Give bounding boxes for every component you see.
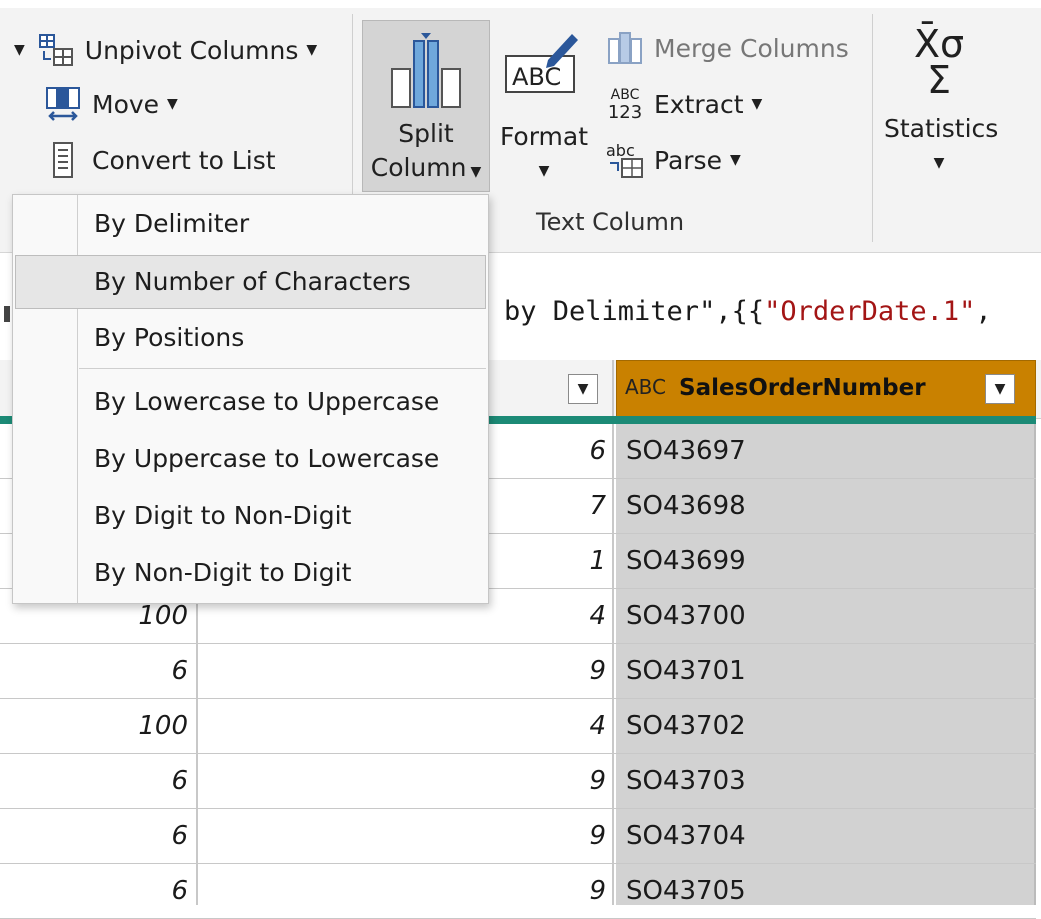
menu-item-1[interactable]: By Number of Characters (15, 255, 486, 309)
unpivot-label: Unpivot Columns (84, 35, 299, 65)
chevron-down-icon: ▼ (306, 42, 318, 58)
statistics-label: Statistics (884, 114, 999, 143)
table-cell[interactable]: 6 (0, 876, 188, 906)
merge-columns-button[interactable]: Merge Columns (606, 28, 849, 68)
table-cell[interactable]: 9 (200, 766, 606, 796)
column-divider (1034, 424, 1036, 905)
chevron-down-icon: ▼ (751, 96, 763, 112)
table-cell[interactable]: 100 (0, 711, 188, 741)
table-cell[interactable]: 6 (0, 821, 188, 851)
statistics-icon-top: X̄σ (913, 22, 965, 66)
text-column-group-label: Text Column (536, 208, 685, 236)
row-separator (0, 753, 1036, 754)
formula-prefix: by Delimiter",{{ (504, 296, 765, 327)
statistics-icon-bottom: Σ (926, 58, 951, 102)
list-icon (44, 141, 82, 179)
parse-icon-text: abc (606, 141, 635, 160)
row-separator (0, 643, 1036, 644)
split-column-label-2-text: Column (370, 153, 467, 182)
convert-to-list-button[interactable]: Convert to List (44, 140, 276, 180)
menu-item-4[interactable]: By Uppercase to Lowercase (15, 432, 486, 486)
ribbon-top-edge (0, 0, 1041, 8)
parse-label: Parse (654, 145, 722, 175)
chevron-down-icon: ▼ (538, 163, 550, 179)
formula-text: by Delimiter",{{"OrderDate.1", (504, 296, 992, 327)
format-label: Format (499, 122, 589, 151)
sales-order-cell[interactable]: SO43703 (626, 766, 746, 796)
formula-cursor (4, 306, 10, 322)
split-column-icon (363, 21, 489, 117)
table-cell[interactable]: 4 (200, 711, 606, 741)
merge-columns-label: Merge Columns (654, 33, 849, 63)
chevron-down-icon: ▼ (470, 164, 482, 180)
merge-columns-icon (606, 29, 644, 67)
chevron-down-icon: ▼ (729, 152, 741, 168)
table-cell[interactable]: 6 (0, 656, 188, 686)
column-divider (612, 360, 614, 905)
salesordernumber-filter-dropdown[interactable]: ▼ (985, 374, 1015, 404)
table-cell[interactable]: 6 (0, 766, 188, 796)
split-column-label-1: Split (398, 119, 454, 148)
format-icon: ABC (494, 24, 594, 120)
table-cell[interactable]: 9 (200, 876, 606, 906)
column-name: SalesOrderNumber (679, 375, 926, 401)
menu-item-0[interactable]: By Delimiter (15, 197, 486, 251)
table-cell[interactable]: 100 (0, 601, 188, 631)
split-column-label-2: Column ▼ (363, 151, 489, 189)
sales-order-cell[interactable]: SO43698 (626, 491, 746, 521)
table-cell[interactable]: 4 (200, 601, 606, 631)
formula-suffix: , (975, 296, 992, 327)
column-filter-dropdown[interactable]: ▼ (568, 374, 598, 404)
statistics-icon: X̄σ Σ (884, 22, 994, 112)
unpivot-columns-button[interactable]: ▼ Unpivot Columns ▼ (14, 30, 317, 70)
split-column-button[interactable]: Split Column ▼ (362, 20, 490, 192)
convert-to-list-label: Convert to List (92, 145, 276, 175)
sales-order-cell[interactable]: SO43699 (626, 546, 746, 576)
menu-item-6[interactable]: By Non-Digit to Digit (15, 546, 486, 600)
chevron-down-icon: ▼ (933, 155, 945, 171)
statistics-button[interactable]: X̄σ Σ Statistics ▼ (884, 22, 999, 180)
parse-icon: abc (606, 141, 644, 179)
format-button[interactable]: ABC Format ▼ (494, 24, 594, 188)
sales-order-cell[interactable]: SO43704 (626, 821, 746, 851)
split-column-menu: By Delimiter By Number of Characters By Po… (12, 194, 489, 604)
menu-item-5[interactable]: By Digit to Non-Digit (15, 489, 486, 543)
chevron-down-icon: ▼ (577, 381, 589, 397)
sales-order-cell[interactable]: SO43702 (626, 711, 746, 741)
parse-button[interactable]: abc Parse ▼ (606, 140, 741, 180)
formula-string: "OrderDate.1" (764, 296, 976, 327)
text-type-icon[interactable]: ABC (625, 375, 666, 399)
extract-icon: ABC 123 (606, 85, 644, 123)
move-icon (44, 85, 82, 123)
chevron-down-icon: ▼ (994, 381, 1006, 397)
extract-label: Extract (654, 89, 744, 119)
table-cell[interactable]: 9 (200, 656, 606, 686)
row-separator (0, 698, 1036, 699)
row-separator (0, 863, 1036, 864)
format-icon-text: ABC (512, 63, 561, 91)
sales-order-cell[interactable]: SO43700 (626, 601, 746, 631)
menu-item-2[interactable]: By Positions (15, 311, 486, 365)
unpivot-icon (37, 31, 75, 69)
chevron-down-icon: ▼ (167, 96, 178, 112)
group-separator (872, 14, 873, 242)
sales-order-cell[interactable]: SO43697 (626, 436, 746, 466)
extract-icon-bottom: 123 (607, 102, 643, 123)
row-separator (0, 808, 1036, 809)
move-label: Move (92, 89, 160, 119)
chevron-down-icon[interactable]: ▼ (14, 42, 25, 58)
menu-item-3[interactable]: By Lowercase to Uppercase (15, 375, 486, 429)
move-button[interactable]: Move ▼ (44, 84, 178, 124)
extract-button[interactable]: ABC 123 Extract ▼ (606, 84, 763, 124)
table-cell[interactable]: 9 (200, 821, 606, 851)
sales-order-cell[interactable]: SO43701 (626, 656, 746, 686)
salesordernumber-header[interactable]: ABC SalesOrderNumber ▼ (616, 360, 1036, 418)
sales-order-cell[interactable]: SO43705 (626, 876, 746, 906)
menu-separator (79, 368, 486, 369)
